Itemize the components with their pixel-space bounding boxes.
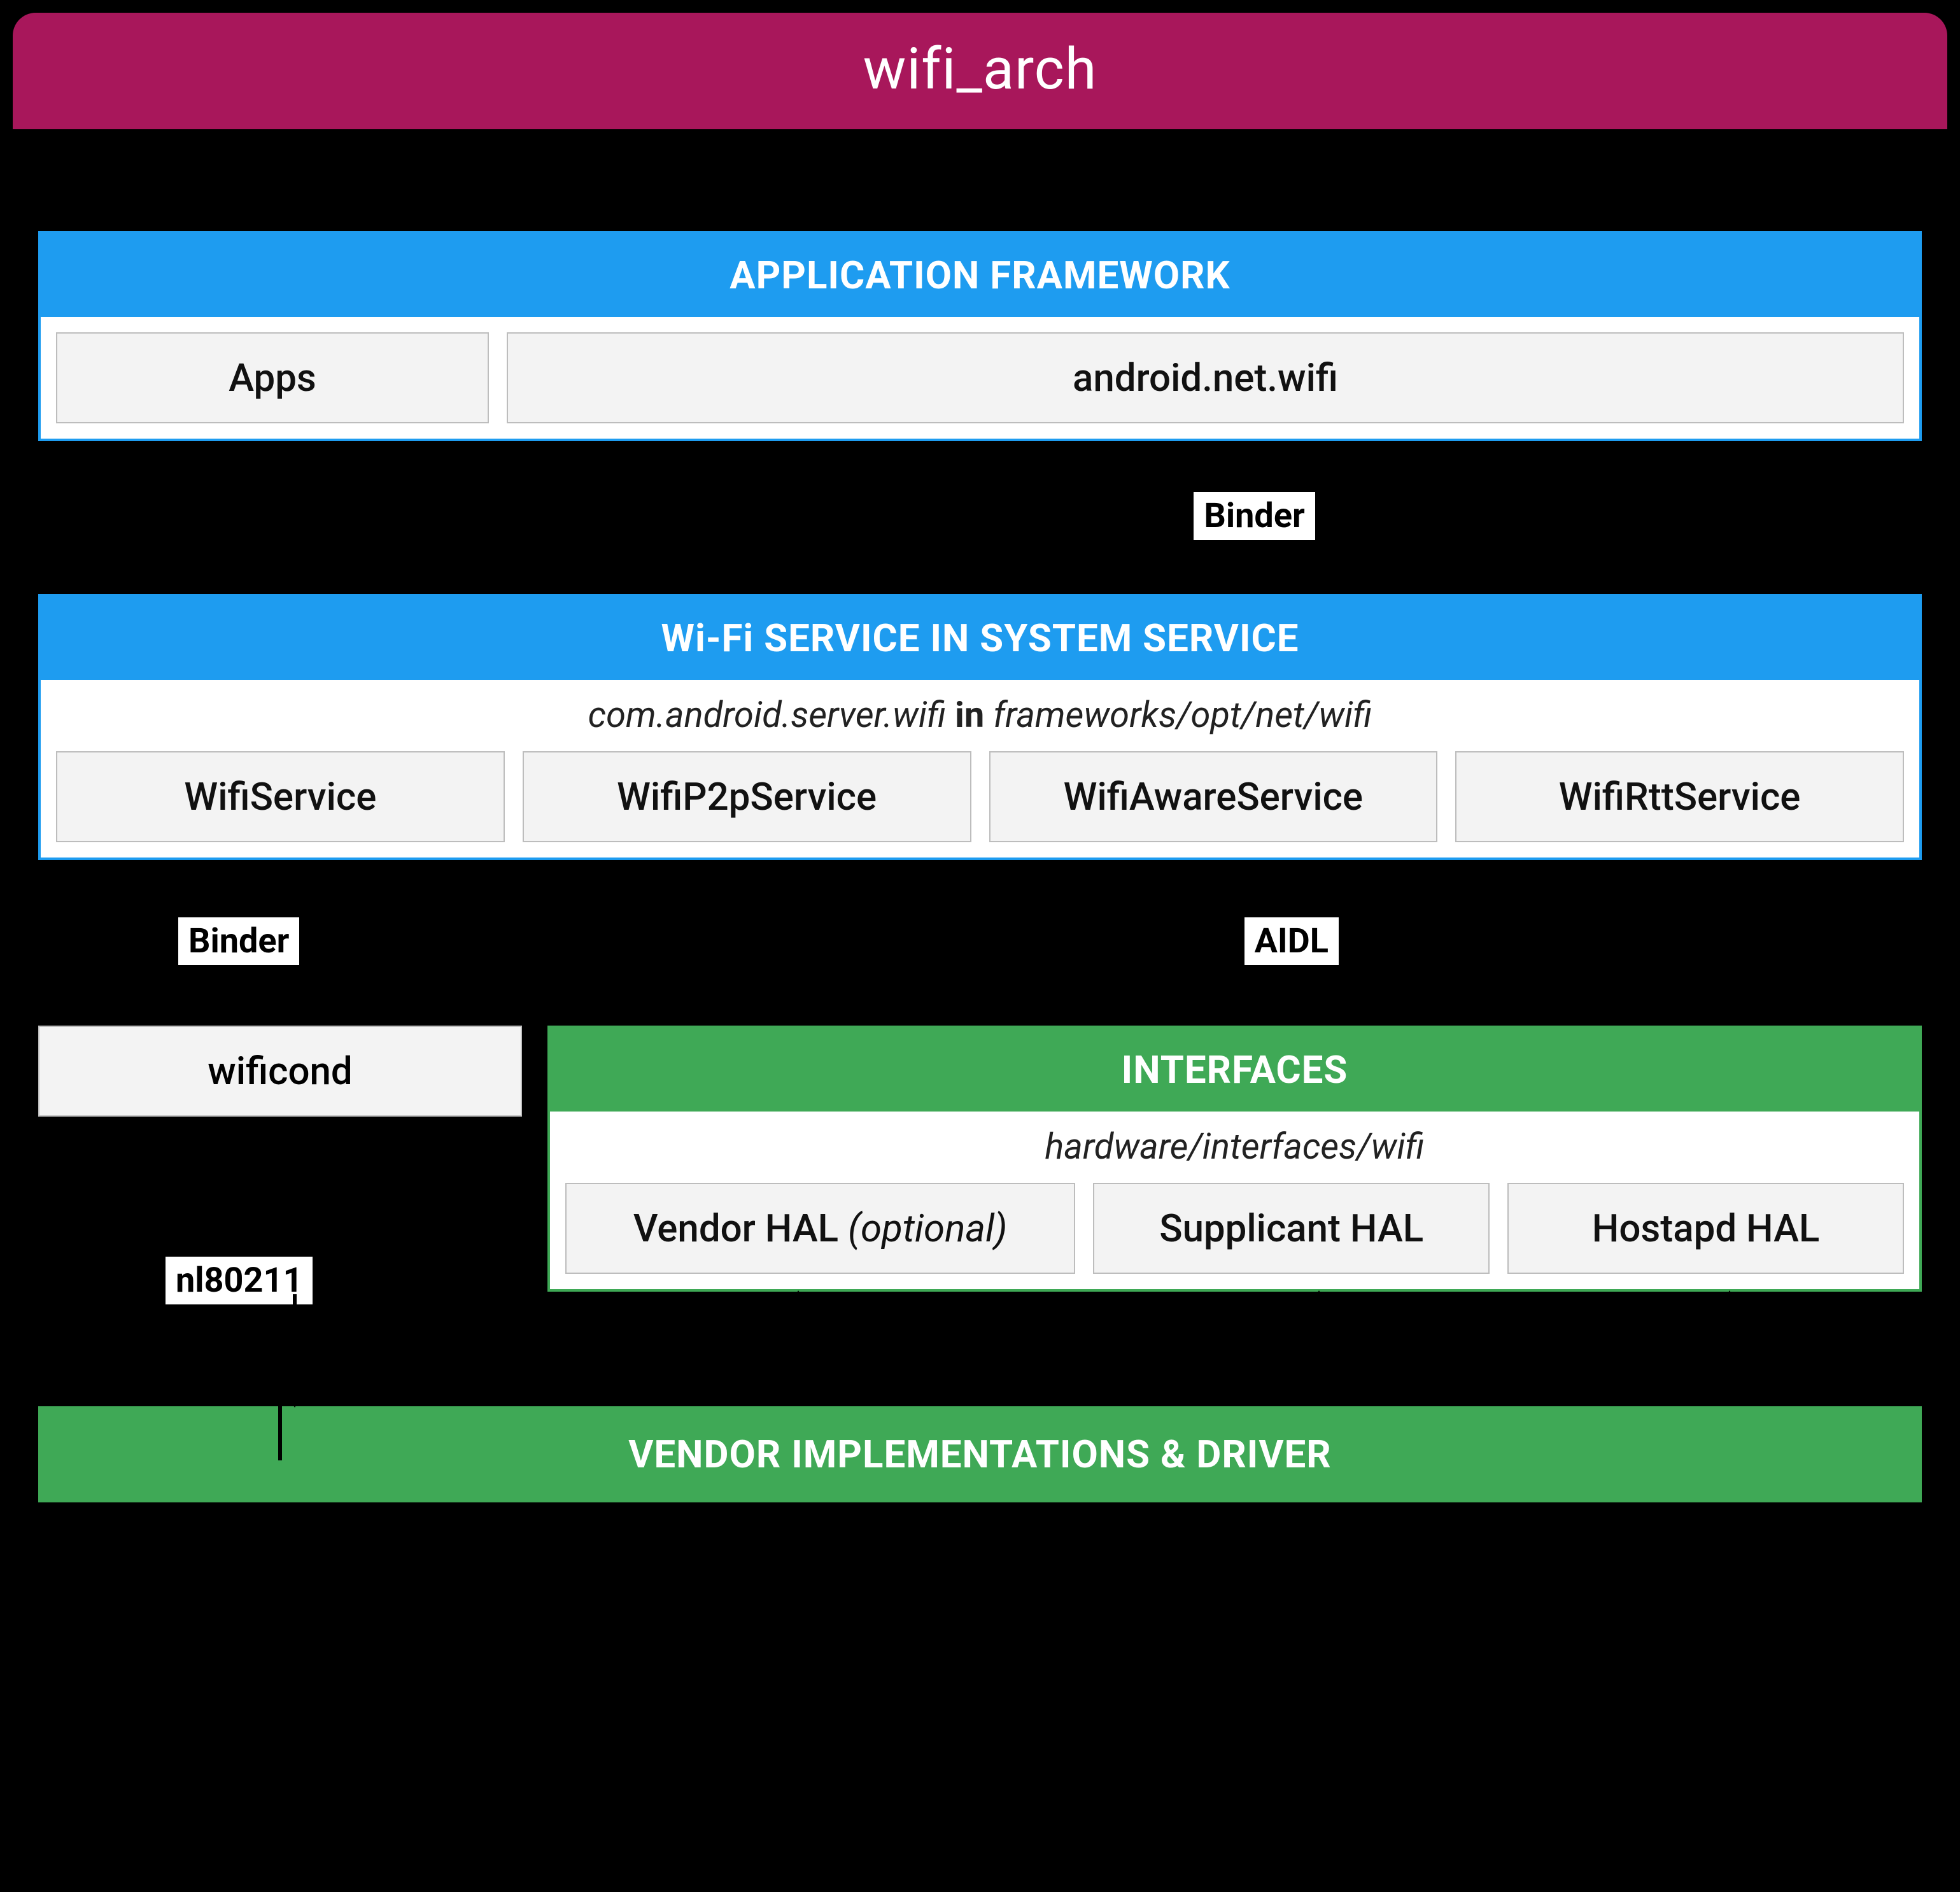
layer-interfaces: INTERFACES hardware/interfaces/wifi Vend… — [547, 1026, 1922, 1292]
layer-wifi-service-caption: com.android.server.wifi in frameworks/op… — [41, 680, 1919, 736]
caption-path: frameworks/opt/net/wifi — [993, 694, 1372, 736]
layer-app-framework-header: APPLICATION FRAMEWORK — [41, 234, 1919, 317]
cell-wifirttservice: WifiRttService — [1455, 751, 1904, 842]
cell-wifiservice: WifiService — [56, 751, 505, 842]
layer-wifi-service-header: Wi-Fi SERVICE IN SYSTEM SERVICE — [41, 597, 1919, 680]
cell-apps: Apps — [56, 332, 489, 423]
col-interfaces: INTERFACES hardware/interfaces/wifi Vend… — [547, 1026, 1922, 1292]
cell-vendor-hal: Vendor HAL (optional) — [565, 1183, 1075, 1274]
cell-wifip2pservice: WifiP2pService — [523, 751, 971, 842]
layer-interfaces-header: INTERFACES — [550, 1028, 1919, 1112]
connector-service-down: Binder AIDL — [38, 860, 1922, 1026]
layer-app-framework: APPLICATION FRAMEWORK Apps android.net.w… — [38, 231, 1922, 441]
row-wificond-interfaces: wificond nl80211 INTERFACES hardware/int… — [38, 1026, 1922, 1292]
label-binder-top: Binder — [1194, 492, 1315, 540]
cell-vendor-hal-text: Vendor HAL — [633, 1206, 838, 1251]
cell-wificond: wificond — [38, 1026, 522, 1117]
cell-vendor-hal-optional: (optional) — [848, 1206, 1007, 1251]
layer-app-framework-body: Apps android.net.wifi — [41, 317, 1919, 439]
layer-interfaces-caption: hardware/interfaces/wifi — [550, 1112, 1919, 1168]
caption-in: in — [955, 694, 984, 736]
layer-interfaces-body: Vendor HAL (optional) Supplicant HAL Hos… — [550, 1168, 1919, 1289]
layer-wifi-service: Wi-Fi SERVICE IN SYSTEM SERVICE com.andr… — [38, 594, 1922, 860]
diagram-stack: APPLICATION FRAMEWORK Apps android.net.w… — [13, 129, 1947, 1502]
label-nl80211: nl80211 — [166, 1257, 313, 1304]
layer-vendor-impl: VENDOR IMPLEMENTATIONS & DRIVER — [38, 1406, 1922, 1502]
cell-hostapd-hal: Hostapd HAL — [1507, 1183, 1904, 1274]
connector-nl80211: nl80211 — [38, 1117, 522, 1257]
caption-package: com.android.server.wifi — [588, 694, 947, 736]
cell-wifiawareservice: WifiAwareService — [989, 751, 1438, 842]
col-wificond: wificond nl80211 — [38, 1026, 522, 1257]
diagram-title: wifi_arch — [13, 13, 1947, 129]
connector-binder-top: Binder — [38, 441, 1922, 594]
cell-supplicant-hal: Supplicant HAL — [1093, 1183, 1490, 1274]
caption-hw-path: hardware/interfaces/wifi — [1045, 1126, 1424, 1168]
label-aidl: AIDL — [1244, 917, 1339, 965]
label-binder-wificond: Binder — [178, 917, 299, 965]
layer-wifi-service-body: WifiService WifiP2pService WifiAwareServ… — [41, 736, 1919, 858]
diagram-root: wifi_arch APPLICATION FRAMEWORK Apps and… — [13, 13, 1947, 1502]
cell-android-net-wifi: android.net.wifi — [507, 332, 1904, 423]
